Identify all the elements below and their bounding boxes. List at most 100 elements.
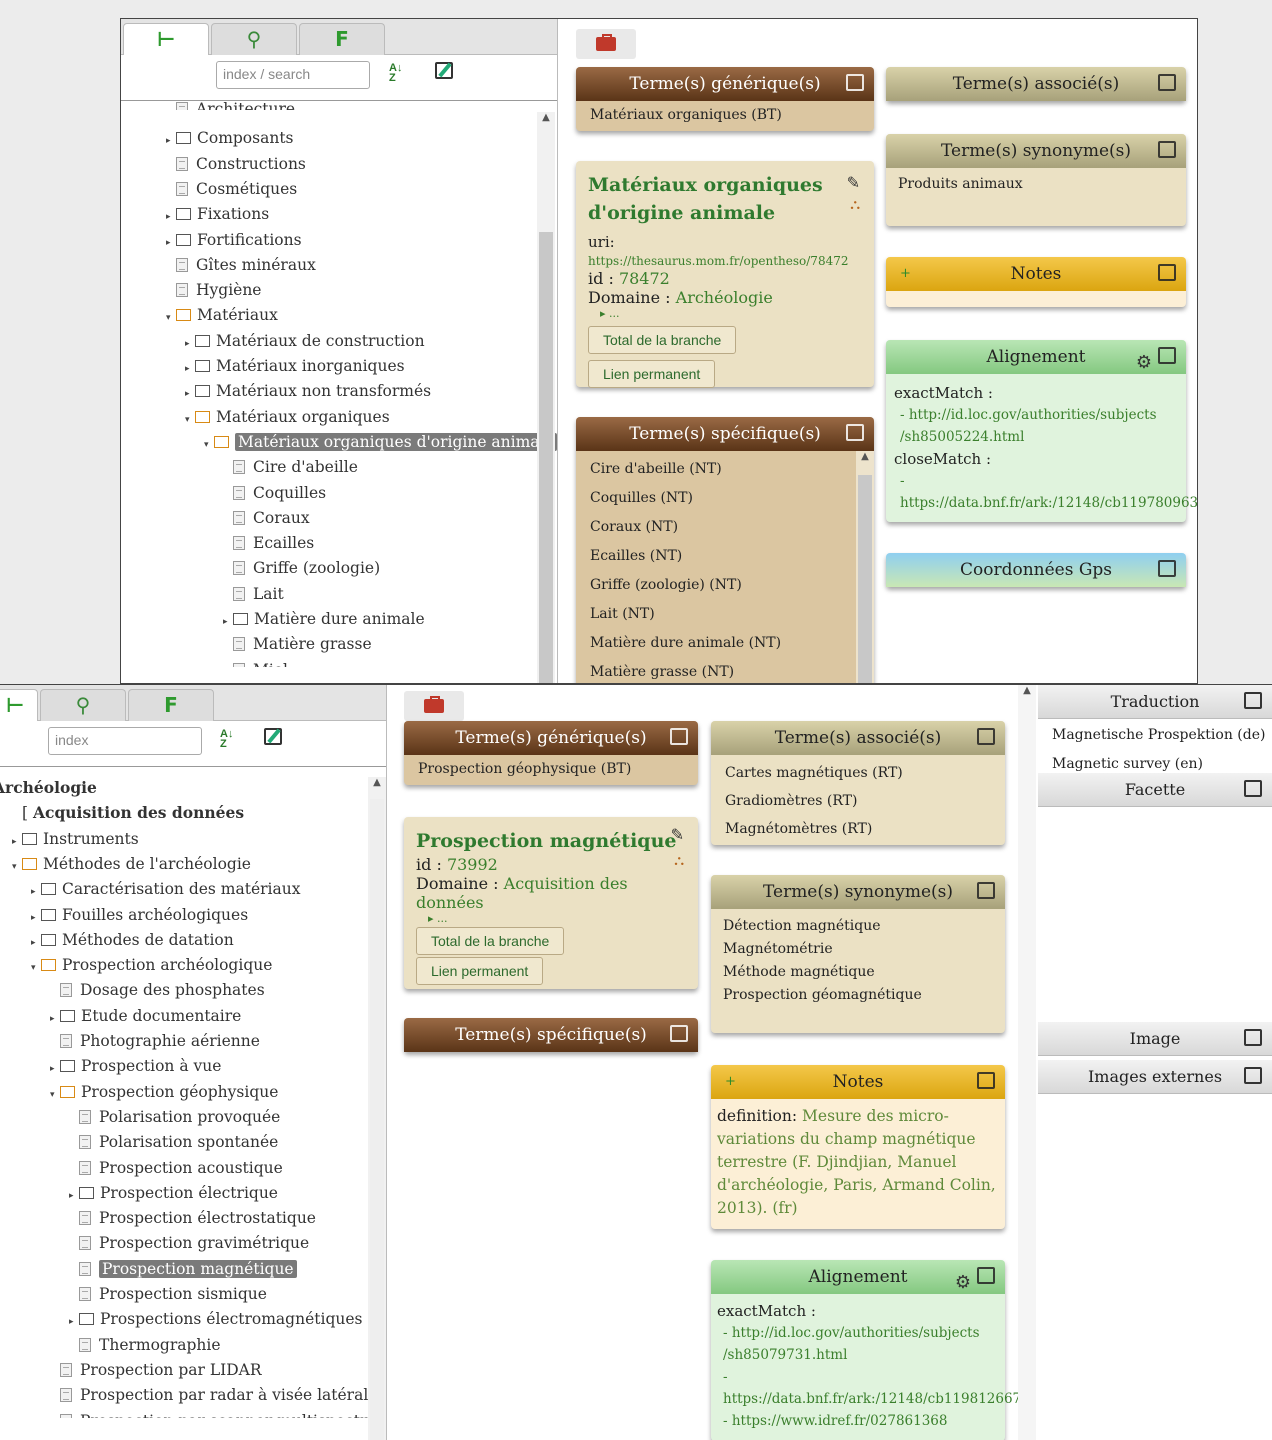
expand-arrow-icon[interactable]: ▸ <box>166 206 176 228</box>
tree-node[interactable]: ▸ Matériaux non transformés <box>185 380 431 402</box>
associated-term-item[interactable]: Gradiomètres (RT) <box>725 787 991 815</box>
edit-icon[interactable] <box>1244 1067 1262 1084</box>
specific-term-item[interactable]: Griffe (zoologie) (NT) <box>590 571 860 600</box>
tree-node-label[interactable]: Thermographie <box>99 1336 221 1354</box>
gear-icon[interactable]: ⚙ <box>955 1266 971 1300</box>
scroll-thumb[interactable] <box>370 799 384 1440</box>
tree-node-label[interactable]: Matériaux non transformés <box>216 382 431 400</box>
edit-icon[interactable] <box>846 74 864 91</box>
tree-node[interactable]: Gîtes minéraux <box>166 254 316 276</box>
center-scrollbar[interactable]: ▲ <box>1018 685 1036 1440</box>
tree-node-label[interactable]: Cire d'abeille <box>253 458 358 476</box>
tree-node[interactable]: ▸ Fouilles archéologiques <box>31 904 248 926</box>
tab-facets[interactable]: F <box>128 689 214 721</box>
edit-icon[interactable] <box>1244 1029 1262 1046</box>
collapse-arrow-icon[interactable]: ▾ <box>12 856 22 878</box>
tree-node-label[interactable]: Prospection géophysique <box>81 1083 278 1101</box>
tree-node-label[interactable]: Prospections électromagnétiques <box>100 1310 362 1328</box>
tree-node[interactable]: Archéologie <box>0 777 97 799</box>
scroll-up-icon[interactable]: ▲ <box>368 777 386 793</box>
tree-node[interactable]: Cosmétiques <box>166 178 297 200</box>
tab-tree[interactable]: ⊢ <box>123 23 209 56</box>
tree-node-label[interactable]: Matériaux organiques d'origine animale <box>235 432 557 451</box>
specific-term-item[interactable]: Coquilles (NT) <box>590 484 860 513</box>
edit-icon[interactable] <box>977 1072 995 1089</box>
tree-node-label[interactable]: Matière grasse <box>253 635 372 653</box>
expand-arrow-icon[interactable]: ▸ <box>185 333 195 355</box>
tree-node-label[interactable]: Prospection électrique <box>100 1184 278 1202</box>
edit-icon[interactable] <box>846 424 864 441</box>
tree-node[interactable]: Polarisation provoquée <box>69 1106 280 1128</box>
scroll-up-icon[interactable]: ▲ <box>1018 685 1036 701</box>
tree-node[interactable]: ▾ Méthodes de l'archéologie <box>12 853 251 875</box>
tree-node[interactable]: Prospection électrostatique <box>69 1207 316 1229</box>
edit-icon[interactable] <box>435 62 453 79</box>
exact-match-link[interactable]: - http://id.loc.gov/authorities/subjects… <box>717 1322 999 1366</box>
tree-node[interactable]: Polarisation spontanée <box>69 1131 278 1153</box>
edit-icon[interactable] <box>1158 560 1176 577</box>
search-input[interactable]: index <box>48 727 202 755</box>
synonym-item[interactable]: Prospection géomagnétique <box>723 984 993 1007</box>
tree-node-label[interactable]: Prospection par scanner multispectral <box>80 1412 382 1418</box>
edit-icon[interactable]: ✎ <box>671 825 684 844</box>
domain-link[interactable]: Archéologie <box>676 288 773 307</box>
tree-node-label[interactable]: Dosage des phosphates <box>80 981 265 999</box>
tree-scrollbar[interactable]: ▲ <box>537 112 555 683</box>
tree-node[interactable]: ▾ Prospection archéologique <box>31 954 272 976</box>
tree-node[interactable]: ▸ Caractérisation des matériaux <box>31 878 300 900</box>
sort-alpha-icon[interactable]: A↓ Z <box>220 729 233 750</box>
tree-node-label[interactable]: Constructions <box>196 155 306 173</box>
tree-node-label[interactable]: Fixations <box>197 205 269 223</box>
tree-node[interactable]: Photographie aérienne <box>50 1030 260 1052</box>
expand-arrow-icon[interactable]: ▸ <box>12 831 22 853</box>
tree-node[interactable]: ▾ Prospection géophysique <box>50 1081 278 1103</box>
collapse-arrow-icon[interactable]: ▾ <box>204 434 214 456</box>
collapse-arrow-icon[interactable]: ▾ <box>31 957 41 979</box>
tree-node[interactable]: ▸ Matériaux inorganiques <box>185 355 405 377</box>
tab-facets[interactable]: F <box>299 23 385 55</box>
expand-arrow-icon[interactable]: ▸ <box>223 611 233 633</box>
tree-node-label[interactable]: Gîtes minéraux <box>196 256 316 274</box>
edit-icon[interactable] <box>670 728 688 745</box>
specific-term-item[interactable]: Ecailles (NT) <box>590 542 860 571</box>
tree-node[interactable]: Miel <box>223 659 288 667</box>
tree-node-label[interactable]: Prospection par LIDAR <box>80 1361 262 1379</box>
tree-node[interactable]: ▸ Fortifications <box>166 229 302 251</box>
tree-node-label[interactable]: Polarisation spontanée <box>99 1133 278 1151</box>
expand-arrow-icon[interactable]: ▸ <box>31 907 41 929</box>
collapse-arrow-icon[interactable]: ▾ <box>166 307 176 329</box>
tree-node[interactable]: ▸ Composants <box>166 127 294 149</box>
tree-node-label[interactable]: Photographie aérienne <box>80 1032 260 1050</box>
tree-node[interactable]: Architecture <box>166 102 295 110</box>
tree-node-label[interactable]: Fouilles archéologiques <box>62 906 248 924</box>
tab-search[interactable]: ⚲ <box>211 23 297 55</box>
tree-node-label[interactable]: Prospection archéologique <box>62 956 272 974</box>
scroll-thumb[interactable] <box>858 475 872 683</box>
tree-node[interactable]: Prospection magnétique <box>69 1258 297 1280</box>
edit-icon[interactable] <box>1158 74 1176 91</box>
tree-node-label[interactable]: Matériaux de construction <box>216 332 425 350</box>
tree-node-label[interactable]: Composants <box>197 129 294 147</box>
exact-match-link[interactable]: - https://data.bnf.fr/ark:/12148/cb11981… <box>717 1366 1021 1410</box>
tree-node-label[interactable]: Polarisation provoquée <box>99 1108 280 1126</box>
tree-node[interactable]: Prospection par radar à visée latérale <box>50 1384 377 1406</box>
tree-node[interactable]: ▾ Matériaux organiques d'origine animale <box>204 431 557 453</box>
tree-node[interactable]: Hygiène <box>166 279 261 301</box>
tree-node[interactable]: Constructions <box>166 153 306 175</box>
specific-term-item[interactable]: Matière grasse (NT) <box>590 658 860 683</box>
tree-node-label[interactable]: Matériaux <box>197 306 278 324</box>
tree-node[interactable]: ▾ Matériaux organiques <box>185 406 390 428</box>
add-note-icon[interactable]: + <box>725 1065 736 1099</box>
tree-node-label[interactable]: Coraux <box>253 509 310 527</box>
expand-more[interactable]: ▸ ... <box>428 912 686 925</box>
synonym-item[interactable]: Détection magnétique <box>723 915 993 938</box>
tree-node-label[interactable]: Caractérisation des matériaux <box>62 880 300 898</box>
tree-node-label[interactable]: Fortifications <box>197 231 302 249</box>
tree-node-label[interactable]: Prospection électrostatique <box>99 1209 316 1227</box>
tree-node-label[interactable]: Prospection magnétique <box>99 1259 297 1278</box>
expand-arrow-icon[interactable]: ▸ <box>185 383 195 405</box>
expand-arrow-icon[interactable]: ▸ <box>185 358 195 380</box>
edit-icon[interactable]: ✎ <box>847 173 860 192</box>
tree-node[interactable]: Prospection par LIDAR <box>50 1359 262 1381</box>
synonym-item[interactable]: Méthode magnétique <box>723 961 993 984</box>
